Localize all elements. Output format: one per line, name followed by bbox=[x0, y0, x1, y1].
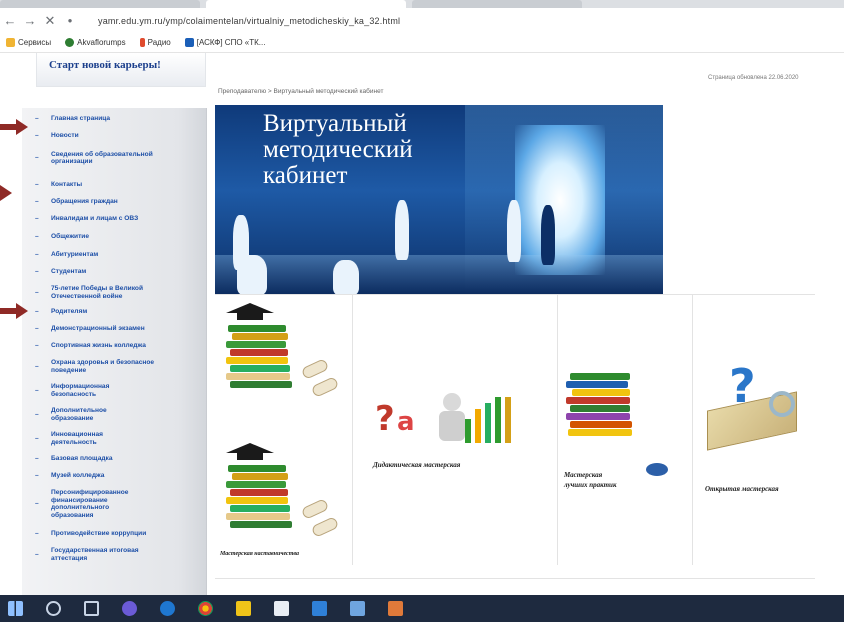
lock-icon[interactable]: ● bbox=[60, 16, 80, 25]
sidebar-item-health[interactable]: Охрана здоровья и безопасное поведение bbox=[22, 358, 157, 375]
app-icon[interactable] bbox=[350, 601, 365, 616]
sidebar-item-dormitory[interactable]: Общежитие bbox=[22, 232, 89, 241]
sidebar-item-parents[interactable]: Родителям bbox=[22, 307, 87, 316]
sidebar-item-museum[interactable]: Музей колледжа bbox=[22, 471, 104, 480]
career-banner[interactable]: Старт новой карьеры! bbox=[36, 53, 206, 87]
bookmark-icon bbox=[65, 38, 75, 47]
sidebar-menu: Главная страница Новости Сведения об обр… bbox=[22, 108, 207, 595]
sidebar-item-citizens[interactable]: Обращения граждан bbox=[22, 197, 118, 206]
web-page: Старт новой карьеры! Страница обновлена … bbox=[0, 53, 844, 595]
app-icon[interactable] bbox=[122, 601, 137, 616]
apps-icon bbox=[6, 38, 15, 47]
sidebar-item-info[interactable]: Сведения об образовательной организации bbox=[22, 146, 172, 170]
browser-tab[interactable] bbox=[412, 0, 582, 8]
door-light-image bbox=[515, 125, 605, 275]
mouse-icon bbox=[646, 463, 668, 476]
bookmark-1[interactable]: Akvaflorumps bbox=[65, 38, 126, 47]
edge-icon[interactable] bbox=[160, 601, 175, 616]
bookmark-3[interactable]: [АСКФ] СПО «ТК... bbox=[184, 38, 265, 47]
sidebar-item-extra-edu[interactable]: Дополнительное образование bbox=[22, 406, 142, 423]
tile-best-practices[interactable]: Мастерская лучших практик bbox=[562, 371, 687, 501]
forward-icon[interactable]: → bbox=[20, 13, 40, 28]
browser-tab-strip bbox=[0, 0, 844, 8]
page-updated: Страница обновлена 22.06.2020 bbox=[708, 75, 799, 81]
sidebar-item-personal-finance[interactable]: Персонифицированное финансирование допол… bbox=[22, 488, 142, 520]
sidebar-item-applicants[interactable]: Абитуриентам bbox=[22, 250, 98, 259]
sidebar-item-victory[interactable]: 75-летие Победы в Великой Отечественной … bbox=[22, 284, 182, 301]
bookmark-icon bbox=[139, 38, 145, 47]
chrome-icon[interactable] bbox=[198, 601, 213, 616]
close-icon[interactable]: ✕ bbox=[40, 13, 60, 29]
search-icon[interactable] bbox=[46, 601, 61, 616]
person-silhouette bbox=[541, 205, 555, 265]
person-figure bbox=[439, 411, 465, 441]
tile-books-top[interactable] bbox=[218, 303, 350, 413]
sidebar-item-base-site[interactable]: Базовая площадка bbox=[22, 454, 113, 463]
browser-tab[interactable] bbox=[0, 0, 200, 8]
tile-didactic[interactable]: ? a Дидактическая мастерская bbox=[365, 393, 545, 483]
sidebar-item-demo-exam[interactable]: Демонстрационный экзамен bbox=[22, 324, 145, 333]
sidebar-item-students[interactable]: Студентам bbox=[22, 267, 86, 276]
person-silhouette bbox=[237, 255, 267, 295]
sidebar-item-innovation[interactable]: Инновационная деятельность bbox=[22, 430, 142, 447]
bookmark-services[interactable]: Сервисы bbox=[6, 38, 51, 47]
hero-banner: Виртуальный методический кабинет bbox=[215, 105, 663, 295]
person-figure bbox=[443, 393, 461, 411]
sidebar-item-news[interactable]: Новости bbox=[22, 131, 79, 140]
browser-tab-active[interactable] bbox=[206, 0, 406, 8]
back-icon[interactable]: ← bbox=[0, 13, 20, 28]
magnifier-icon bbox=[769, 391, 795, 417]
person-silhouette bbox=[395, 200, 409, 260]
app-icon[interactable] bbox=[388, 601, 403, 616]
sidebar-item-home[interactable]: Главная страница bbox=[22, 114, 110, 123]
tile-open-workshop[interactable]: ? Открытая мастерская bbox=[697, 359, 817, 503]
windows-start-icon[interactable] bbox=[8, 601, 23, 616]
bookmark-icon bbox=[184, 38, 194, 47]
tile-mastery[interactable]: Мастерская наставничества bbox=[218, 443, 350, 573]
sidebar-item-disabled[interactable]: Инвалидам и лицам с ОВЗ bbox=[22, 214, 138, 223]
folder-icon[interactable] bbox=[236, 601, 251, 616]
store-icon[interactable] bbox=[274, 601, 289, 616]
person-silhouette bbox=[507, 200, 521, 262]
task-view-icon[interactable] bbox=[84, 601, 99, 616]
sidebar-item-contacts[interactable]: Контакты bbox=[22, 180, 82, 189]
taskbar bbox=[0, 595, 844, 622]
banner-title: Виртуальный методический кабинет bbox=[263, 110, 413, 189]
mail-icon[interactable] bbox=[312, 601, 327, 616]
bookmark-2[interactable]: Радио bbox=[139, 38, 171, 47]
sidebar-item-anticorruption[interactable]: Противодействие коррупции bbox=[22, 529, 146, 538]
sidebar-item-sport[interactable]: Спортивная жизнь колледжа bbox=[22, 341, 146, 350]
bookmarks-bar: Сервисы Akvaflorumps Радио [АСКФ] СПО «Т… bbox=[0, 33, 844, 53]
url-field[interactable]: yamr.edu.ym.ru/ymp/colaimentelan/virtual… bbox=[98, 16, 400, 26]
sidebar-item-infosec[interactable]: Информационная безопасность bbox=[22, 382, 142, 399]
person-silhouette bbox=[333, 260, 359, 295]
breadcrumb[interactable]: Преподавателю > Виртуальный методический… bbox=[218, 88, 383, 95]
sidebar-item-final-attestation[interactable]: Государственная итоговая аттестация bbox=[22, 546, 152, 563]
address-bar: ← → ✕ ● yamr.edu.ym.ru/ymp/colaimentelan… bbox=[0, 8, 844, 33]
